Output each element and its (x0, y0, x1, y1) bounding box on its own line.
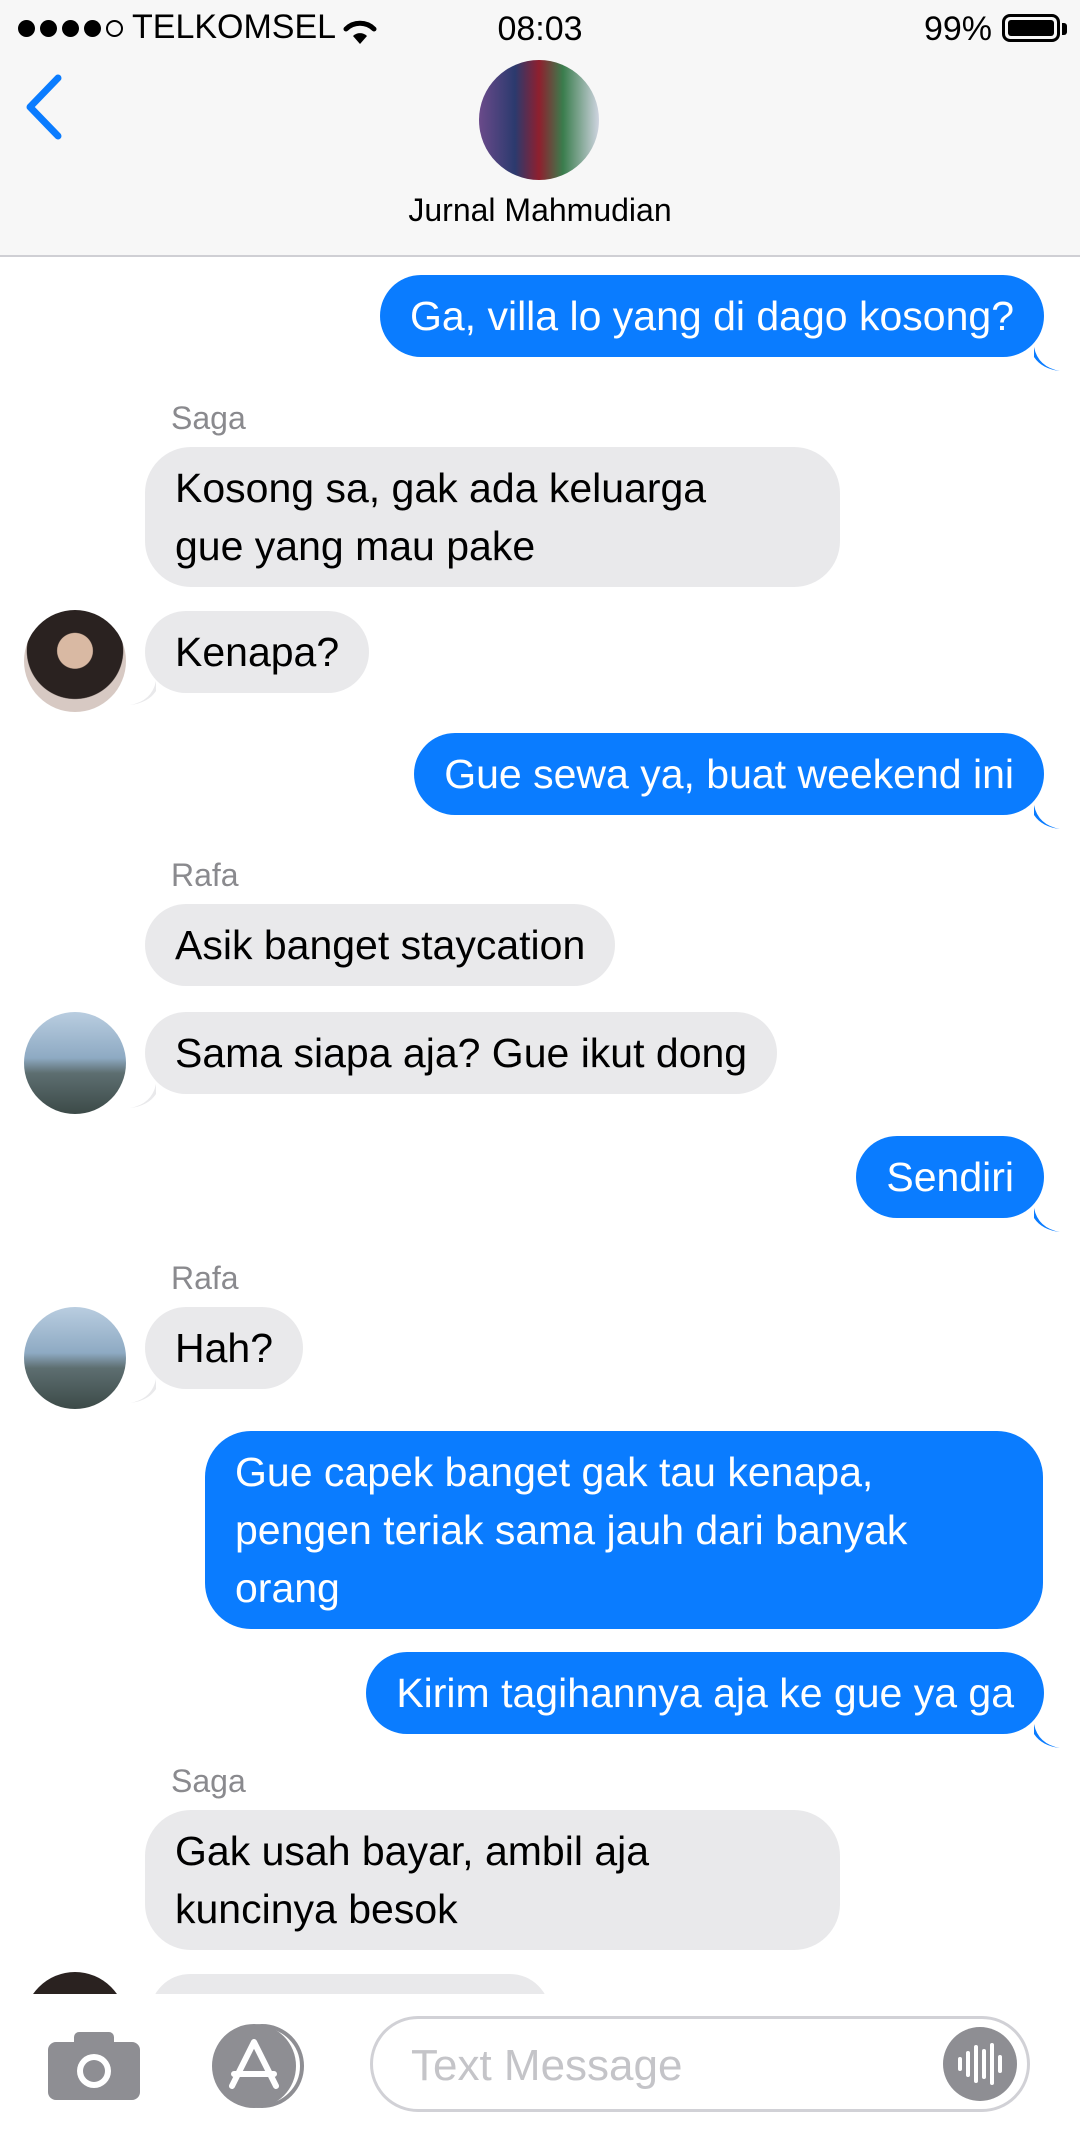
incoming-message[interactable]: Kosong sa, gak ada keluarga gue yang mau… (145, 447, 840, 587)
bubble-tail (1034, 1208, 1060, 1232)
camera-icon[interactable] (48, 2032, 140, 2100)
outgoing-message[interactable]: Sendiri (856, 1136, 1044, 1218)
bubble-tail (130, 681, 156, 705)
bubble-tail (1034, 805, 1060, 829)
message-input-placeholder: Text Message (411, 2041, 683, 2090)
incoming-message-partial[interactable] (150, 1974, 550, 1994)
incoming-message[interactable]: Hah? (145, 1307, 304, 1389)
bubble-tail (1034, 1724, 1060, 1748)
app-store-icon[interactable] (204, 2024, 310, 2108)
battery-tip (1062, 23, 1067, 35)
avatar-rafa[interactable] (24, 1307, 126, 1409)
sender-name: Saga (171, 1763, 246, 1799)
message-line: orang (235, 1565, 340, 1611)
chevron-left-icon[interactable] (20, 72, 70, 142)
avatar-saga[interactable] (24, 610, 126, 712)
bubble-tail (130, 1379, 156, 1403)
message-line: Gak usah bayar, ambil aja (175, 1828, 650, 1874)
outgoing-message[interactable]: Gue sewa ya, buat weekend ini (414, 733, 1044, 815)
message-line: kuncinya besok (175, 1886, 458, 1932)
sender-name: Rafa (171, 857, 239, 893)
message-list[interactable]: Ga, villa lo yang di dago kosong? Saga K… (0, 257, 1080, 1994)
outgoing-message[interactable]: Kirim tagihannya aja ke gue ya ga (366, 1652, 1044, 1734)
compose-bar: Text Message (0, 1994, 1080, 2130)
message-line: Gue capek banget gak tau kenapa, (235, 1449, 874, 1495)
message-input[interactable]: Text Message (370, 2016, 1030, 2112)
sender-name: Rafa (171, 1260, 239, 1296)
bubble-tail (130, 1084, 156, 1108)
message-line: Kosong sa, gak ada keluarga (175, 465, 707, 511)
incoming-message[interactable]: Gak usah bayar, ambil aja kuncinya besok (145, 1810, 840, 1950)
group-avatar[interactable] (479, 60, 599, 180)
sender-name: Saga (171, 400, 246, 436)
outgoing-message[interactable]: Gue capek banget gak tau kenapa, pengen … (205, 1431, 1043, 1629)
outgoing-message[interactable]: Ga, villa lo yang di dago kosong? (379, 275, 1044, 357)
group-name[interactable]: Jurnal Mahmudian (0, 192, 1080, 229)
incoming-message[interactable]: Sama siapa aja? Gue ikut dong (145, 1012, 778, 1094)
avatar-saga[interactable] (24, 1972, 126, 1994)
incoming-message[interactable]: Kenapa? (145, 611, 370, 693)
status-bar: TELKOMSEL 08:03 99% (0, 0, 1080, 60)
bubble-tail (1034, 347, 1060, 371)
message-line: gue yang mau pake (175, 523, 536, 569)
avatar-rafa[interactable] (24, 1012, 126, 1114)
battery-percentage: 99% (923, 10, 992, 48)
battery-icon (1002, 14, 1060, 42)
incoming-message[interactable]: Asik banget staycation (145, 904, 616, 986)
audio-message-icon[interactable] (943, 2027, 1017, 2101)
message-line: pengen teriak sama jauh dari banyak (235, 1507, 908, 1553)
status-time: 08:03 (497, 10, 583, 48)
